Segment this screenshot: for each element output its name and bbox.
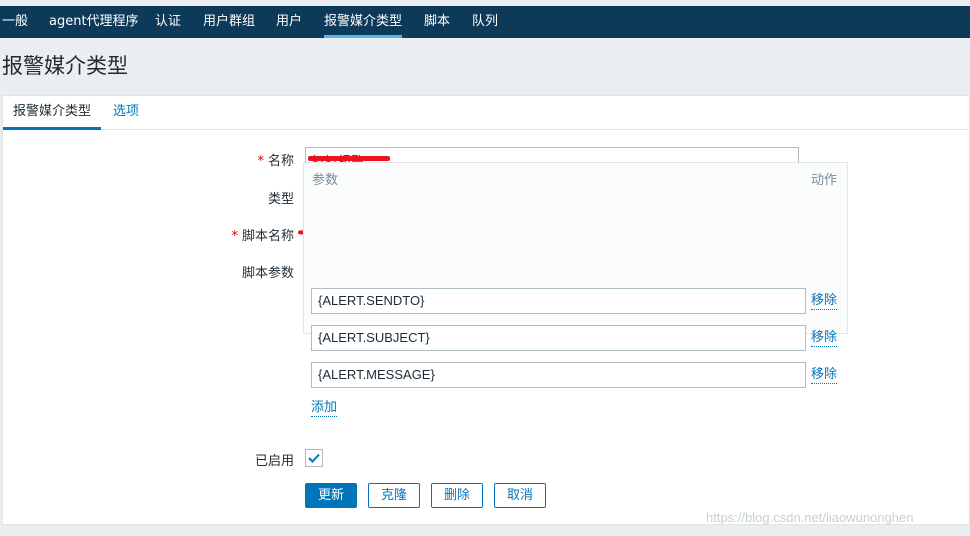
nav-item-queue[interactable]: 队列 <box>472 6 498 38</box>
required-marker: * <box>257 154 264 169</box>
nav-item-media-types[interactable]: 报警媒介类型 <box>324 6 403 38</box>
nav-item-users[interactable]: 用户 <box>276 6 302 38</box>
script-param-input[interactable]: {ALERT.SUBJECT} <box>311 325 806 351</box>
watermark-text: https://blog.csdn.net/liaowunonghen <box>706 510 914 525</box>
name-label: * 名称 <box>200 150 294 169</box>
page-title: 报警媒介类型 <box>2 54 128 78</box>
enabled-label: 已启用 <box>254 454 294 469</box>
params-column-header: 参数 <box>312 173 339 188</box>
script-param-input[interactable]: {ALERT.MESSAGE} <box>311 362 806 388</box>
action-column-header: 动作 <box>811 173 838 188</box>
remove-param-link[interactable]: 移除 <box>811 367 838 384</box>
clone-button[interactable]: 克隆 <box>368 483 420 508</box>
name-label-text: 名称 <box>267 154 294 169</box>
checkmark-icon <box>308 453 320 463</box>
required-marker: * <box>231 229 238 244</box>
script-name-label-text: 脚本名称 <box>241 229 294 244</box>
cancel-button[interactable]: 取消 <box>494 483 546 508</box>
tab-options[interactable]: 选项 <box>113 96 139 130</box>
script-name-label: * 脚本名称 <box>200 225 294 244</box>
redaction-mark <box>308 156 390 161</box>
script-param-input[interactable]: {ALERT.SENDTO} <box>311 288 806 314</box>
remove-param-link[interactable]: 移除 <box>811 330 838 347</box>
nav-item-user-groups[interactable]: 用户群组 <box>203 6 255 38</box>
delete-button[interactable]: 删除 <box>431 483 483 508</box>
top-nav: 一般 agent代理程序 认证 用户群组 用户 报警媒介类型 脚本 队列 <box>0 6 970 38</box>
update-button[interactable]: 更新 <box>305 483 357 508</box>
nav-item-authentication[interactable]: 认证 <box>155 6 181 38</box>
tab-bar: 报警媒介类型 选项 <box>3 96 969 130</box>
script-params-label: 脚本参数 <box>241 266 294 281</box>
nav-item-scripts[interactable]: 脚本 <box>424 6 450 38</box>
remove-param-link[interactable]: 移除 <box>811 293 838 310</box>
type-label: 类型 <box>267 192 294 207</box>
tab-media-type[interactable]: 报警媒介类型 <box>3 96 102 130</box>
enabled-checkbox[interactable] <box>305 449 323 467</box>
add-param-link[interactable]: 添加 <box>311 400 338 417</box>
nav-item-agent-proxies[interactable]: agent代理程序 <box>49 6 139 38</box>
nav-item-general[interactable]: 一般 <box>2 6 28 38</box>
